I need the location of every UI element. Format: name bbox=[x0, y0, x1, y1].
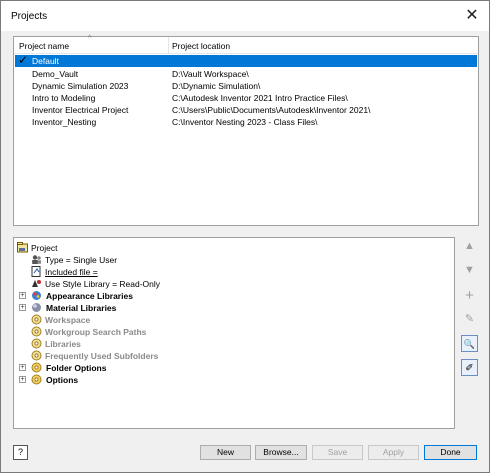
tree-label: Use Style Library = Read-Only bbox=[45, 279, 161, 289]
project-name: Dynamic Simulation 2023 bbox=[32, 81, 129, 91]
folder-options-icon bbox=[31, 362, 42, 373]
project-settings-tree[interactable]: Project Type = Single User Included file… bbox=[13, 237, 455, 429]
users-icon bbox=[32, 255, 41, 264]
project-location: D:\Vault Workspace\ bbox=[172, 69, 249, 79]
edit-button[interactable]: ✎ bbox=[461, 311, 478, 328]
project-location: C:\Users\Public\Documents\Autodesk\Inven… bbox=[172, 105, 371, 115]
project-location: D:\Dynamic Simulation\ bbox=[172, 81, 261, 91]
expand-icon[interactable]: + bbox=[19, 292, 26, 299]
tree-label: Included file = bbox=[45, 267, 98, 277]
folder-options-icon bbox=[31, 314, 42, 325]
column-divider[interactable] bbox=[168, 37, 169, 54]
browse-button[interactable]: Browse... bbox=[255, 445, 307, 460]
move-down-button[interactable]: ▼ bbox=[461, 262, 478, 279]
tree-label: Frequently Used Subfolders bbox=[45, 351, 159, 361]
tree-label: Workgroup Search Paths bbox=[45, 327, 147, 337]
close-icon[interactable]: ✕ bbox=[461, 5, 483, 27]
done-button[interactable]: Done bbox=[424, 445, 477, 460]
project-name: Demo_Vault bbox=[32, 69, 79, 79]
sort-arrow-icon: ^ bbox=[88, 35, 92, 42]
list-header: ^ Project name Project location bbox=[14, 35, 478, 54]
tree-label: Appearance Libraries bbox=[46, 291, 133, 301]
tree-label: Material Libraries bbox=[46, 303, 117, 313]
project-row-default[interactable]: ✓ Default bbox=[15, 53, 477, 67]
project-row[interactable]: Demo_Vault D:\Vault Workspace\ bbox=[15, 68, 477, 80]
active-check-icon: ✓ bbox=[18, 53, 29, 67]
save-button[interactable]: Save bbox=[312, 445, 363, 460]
project-name: Default bbox=[32, 56, 59, 66]
new-button[interactable]: New bbox=[200, 445, 251, 460]
project-row[interactable]: Inventor_Nesting C:\Inventor Nesting 202… bbox=[15, 116, 477, 128]
project-row[interactable]: Dynamic Simulation 2023 D:\Dynamic Simul… bbox=[15, 80, 477, 92]
options-icon bbox=[31, 374, 42, 385]
tree-label: Libraries bbox=[45, 339, 81, 349]
tree-label: Project bbox=[31, 243, 58, 253]
folder-options-icon bbox=[31, 326, 42, 337]
expand-icon[interactable]: + bbox=[19, 304, 26, 311]
included-file-icon bbox=[31, 266, 41, 277]
tree-label: Workspace bbox=[45, 315, 91, 325]
dialog-title: Projects bbox=[11, 11, 48, 22]
project-location: C:\Autodesk Inventor 2021 Intro Practice… bbox=[172, 93, 348, 103]
column-header-project-location[interactable]: Project location bbox=[172, 41, 230, 51]
find-button[interactable]: 🔍 bbox=[461, 335, 478, 352]
projects-list[interactable]: ^ Project name Project location ✓ Defaul… bbox=[13, 35, 479, 226]
column-header-project-name[interactable]: Project name bbox=[19, 41, 69, 51]
tree-label: Folder Options bbox=[46, 363, 107, 373]
appearance-library-icon bbox=[32, 291, 41, 300]
move-up-button[interactable]: ▲ bbox=[461, 238, 478, 255]
expand-icon[interactable]: + bbox=[19, 364, 26, 371]
title-bar: Projects ✕ bbox=[1, 1, 489, 31]
expand-icon[interactable]: + bbox=[19, 376, 26, 383]
apply-button[interactable]: Apply bbox=[368, 445, 419, 460]
project-name: Inventor Electrical Project bbox=[32, 105, 129, 115]
tree-label: Options bbox=[46, 375, 79, 385]
folder-options-icon bbox=[31, 338, 42, 349]
style-library-icon bbox=[32, 280, 41, 287]
project-row[interactable]: Intro to Modeling C:\Autodesk Inventor 2… bbox=[15, 92, 477, 104]
project-name: Intro to Modeling bbox=[32, 93, 96, 103]
material-library-icon bbox=[32, 303, 41, 312]
folder-options-icon bbox=[31, 350, 42, 361]
project-icon bbox=[17, 242, 28, 253]
help-button[interactable]: ? bbox=[13, 445, 28, 460]
project-name: Inventor_Nesting bbox=[32, 117, 97, 127]
edit-text-button[interactable]: ✐ bbox=[461, 359, 478, 376]
add-path-button[interactable]: + bbox=[461, 287, 478, 304]
project-row[interactable]: Inventor Electrical Project C:\Users\Pub… bbox=[15, 104, 477, 116]
tree-label: Type = Single User bbox=[45, 255, 118, 265]
project-location: C:\Inventor Nesting 2023 - Class Files\ bbox=[172, 117, 318, 127]
projects-dialog: Projects ✕ ^ Project name Project locati… bbox=[0, 0, 490, 473]
